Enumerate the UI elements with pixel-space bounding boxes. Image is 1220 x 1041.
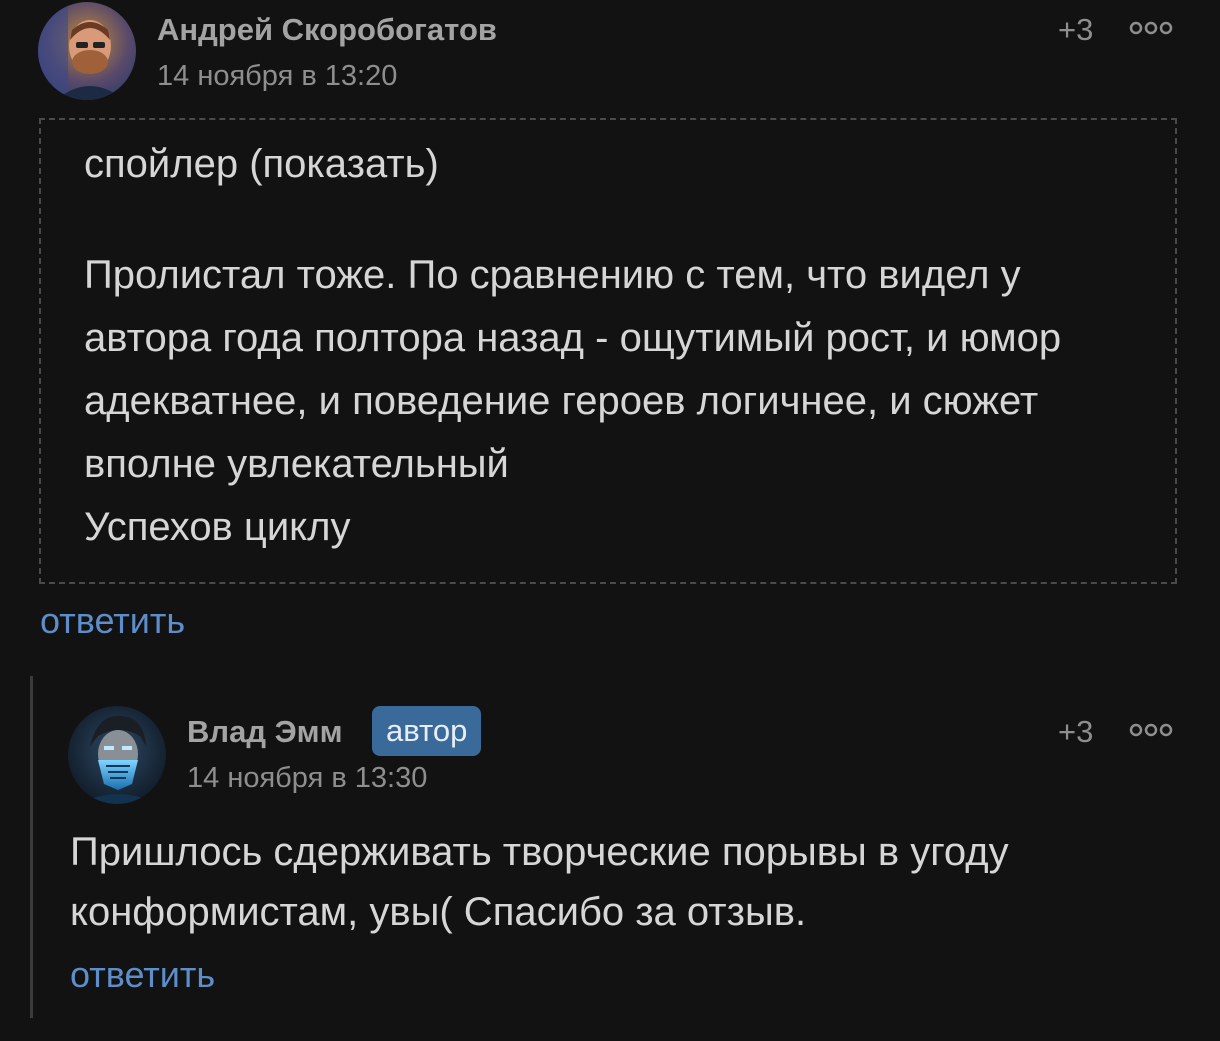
thread-line[interactable] xyxy=(30,676,33,1018)
comment-rating: +3 xyxy=(1058,714,1094,749)
comment-rating: +3 xyxy=(1058,12,1094,47)
more-dots-icon[interactable] xyxy=(1128,16,1174,40)
comment-body: Пришлось сдерживать творческие порывы в … xyxy=(70,822,1190,942)
comment-text-line: Пролистал тоже. По сравнению с тем, что … xyxy=(84,253,1021,297)
comment-text-line: автора года полтора назад - ощутимый рос… xyxy=(84,316,1062,360)
comment-timestamp[interactable]: 14 ноября в 13:20 xyxy=(157,60,397,93)
comment-body: Пролистал тоже. По сравнению с тем, что … xyxy=(84,244,1164,559)
avatar[interactable] xyxy=(68,706,166,804)
reply-link[interactable]: ответить xyxy=(40,600,185,642)
author-name[interactable]: Андрей Скоробогатов xyxy=(157,12,497,48)
author-name[interactable]: Влад Эмм xyxy=(187,714,343,750)
spoiler-toggle[interactable]: спойлер (показать) xyxy=(84,142,439,187)
comment-timestamp[interactable]: 14 ноября в 13:30 xyxy=(187,762,427,795)
comment-text-line: конформистам, увы( Спасибо за отзыв. xyxy=(70,890,807,934)
more-dots-icon[interactable] xyxy=(1128,718,1174,742)
comment-text-line: адекватнее, и поведение героев логичнее,… xyxy=(84,379,1039,423)
comment-text-line: Пришлось сдерживать творческие порывы в … xyxy=(70,830,1009,874)
comment-text-line: вполне увлекательный xyxy=(84,442,509,486)
avatar[interactable] xyxy=(38,2,136,100)
comment-text-line: Успехов циклу xyxy=(84,505,351,549)
user-avatar-image xyxy=(38,2,136,100)
reply-link[interactable]: ответить xyxy=(70,954,215,996)
spoiler-block: спойлер (показать) Пролистал тоже. По ср… xyxy=(39,118,1177,584)
user-avatar-image xyxy=(68,706,166,804)
author-badge: автор xyxy=(372,706,482,756)
